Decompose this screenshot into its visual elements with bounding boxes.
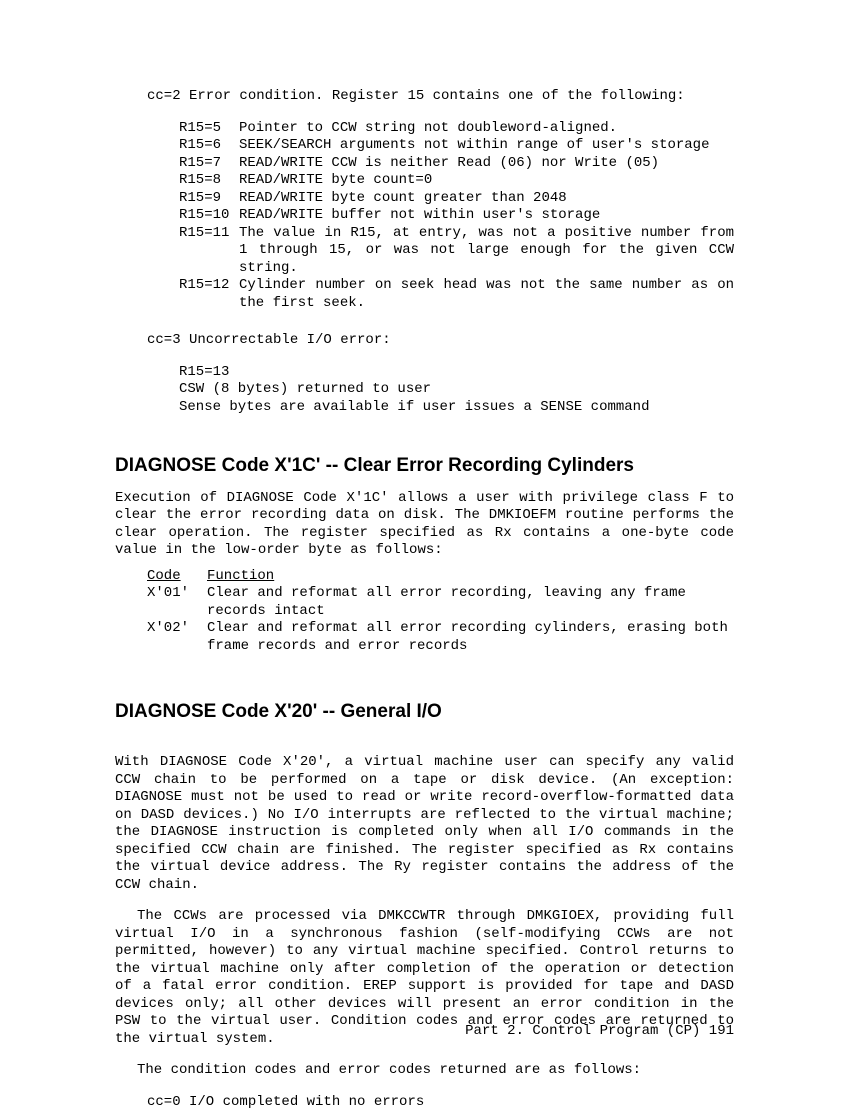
- table-row: R15=11The value in R15, at entry, was no…: [179, 225, 734, 278]
- table-row: X'01' Clear and reformat all error recor…: [147, 585, 734, 620]
- table-header-row: Code Function: [147, 568, 734, 586]
- page-footer: Part 2. Control Program (CP) 191: [465, 1023, 734, 1041]
- text-line: R15=13: [179, 364, 734, 382]
- function-header: Function: [207, 568, 274, 584]
- cc3-lines: R15=13 CSW (8 bytes) returned to user Se…: [179, 364, 734, 417]
- section-20-para1: With DIAGNOSE Code X'20', a virtual mach…: [115, 754, 734, 894]
- section-20-para3: The condition codes and error codes retu…: [115, 1062, 734, 1080]
- table-row: R15=7READ/WRITE CCW is neither Read (06)…: [179, 155, 734, 173]
- cc0-line: cc=0 I/O completed with no errors: [147, 1094, 734, 1111]
- table-row: R15=5Pointer to CCW string not doublewor…: [179, 120, 734, 138]
- text-line: Sense bytes are available if user issues…: [179, 399, 734, 417]
- cc3-block: cc=3 Uncorrectable I/O error: R15=13 CSW…: [147, 332, 734, 416]
- section-heading-1c: DIAGNOSE Code X'1C' -- Clear Error Recor…: [115, 454, 734, 478]
- cc2-block: cc=2 Error condition. Register 15 contai…: [147, 88, 734, 312]
- cc2-label: cc=2 Error condition. Register 15 contai…: [147, 88, 734, 106]
- text-line: CSW (8 bytes) returned to user: [179, 381, 734, 399]
- section-heading-20: DIAGNOSE Code X'20' -- General I/O: [115, 700, 734, 724]
- table-row: R15=12Cylinder number on seek head was n…: [179, 277, 734, 312]
- table-row: R15=8READ/WRITE byte count=0: [179, 172, 734, 190]
- table-row: R15=9READ/WRITE byte count greater than …: [179, 190, 734, 208]
- table-row: R15=10READ/WRITE buffer not within user'…: [179, 207, 734, 225]
- cc3-label: cc=3 Uncorrectable I/O error:: [147, 332, 734, 350]
- code-header: Code: [147, 568, 207, 586]
- cc2-r15-table: R15=5Pointer to CCW string not doublewor…: [179, 120, 734, 313]
- table-row: R15=6SEEK/SEARCH arguments not within ra…: [179, 137, 734, 155]
- table-row: X'02' Clear and reformat all error recor…: [147, 620, 734, 655]
- code-function-table: Code Function X'01' Clear and reformat a…: [147, 568, 734, 656]
- section-1c-para: Execution of DIAGNOSE Code X'1C' allows …: [115, 490, 734, 560]
